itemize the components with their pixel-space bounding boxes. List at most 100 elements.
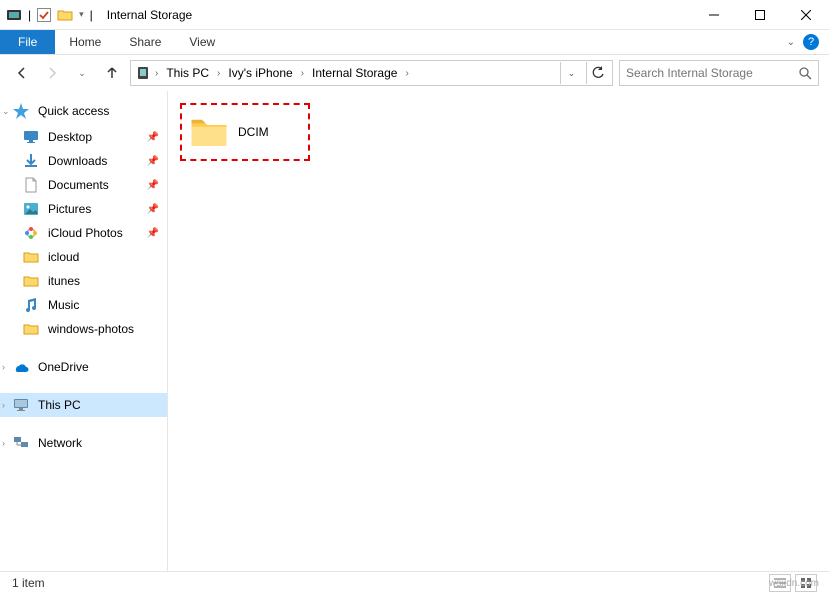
help-icon[interactable]: ? <box>803 34 819 50</box>
tab-share[interactable]: Share <box>115 30 175 54</box>
pictures-icon <box>22 200 40 218</box>
sidebar-item-label: Documents <box>48 178 109 192</box>
navbar: ⌄ › This PC › Ivy's iPhone › Internal St… <box>0 55 829 91</box>
sidebar-item-label: OneDrive <box>38 360 89 374</box>
maximize-button[interactable] <box>737 0 783 30</box>
icloud-photos-icon <box>22 224 40 242</box>
ribbon-right: ⌄ ? <box>787 30 829 54</box>
sidebar-quick-access[interactable]: ⌄ Quick access <box>0 99 167 123</box>
chevron-right-icon[interactable]: › <box>2 400 5 410</box>
sidebar-item-icloud[interactable]: icloud <box>0 245 167 269</box>
folder-dcim[interactable]: DCIM <box>180 103 310 161</box>
chevron-down-icon[interactable]: ⌄ <box>2 106 10 117</box>
folder-icon <box>22 248 40 266</box>
status-text: 1 item <box>12 576 45 590</box>
qat-checkbox-icon[interactable] <box>37 8 51 22</box>
sidebar-item-itunes[interactable]: itunes <box>0 269 167 293</box>
pin-icon: 📌 <box>147 228 159 239</box>
sidebar-item-label: Desktop <box>48 130 92 144</box>
folder-icon <box>22 320 40 338</box>
recent-dropdown-button[interactable]: ⌄ <box>70 61 94 85</box>
sidebar-item-desktop[interactable]: Desktop 📌 <box>0 125 167 149</box>
sidebar-item-label: iCloud Photos <box>48 226 123 240</box>
refresh-button[interactable] <box>586 62 608 84</box>
pin-icon: 📌 <box>147 156 159 167</box>
sidebar-item-label: Pictures <box>48 202 91 216</box>
crumb-sep-icon[interactable]: › <box>155 68 158 79</box>
pin-icon: 📌 <box>147 204 159 215</box>
folder-icon <box>188 111 230 153</box>
pin-icon: 📌 <box>147 180 159 191</box>
sidebar-network-group: › Network <box>0 431 167 455</box>
ribbon-expand-icon[interactable]: ⌄ <box>787 37 795 48</box>
address-bar[interactable]: › This PC › Ivy's iPhone › Internal Stor… <box>130 60 613 86</box>
status-bar: 1 item <box>0 571 829 593</box>
device-crumb-icon <box>135 65 151 81</box>
crumb-sep-icon[interactable]: › <box>301 68 304 79</box>
downloads-icon <box>22 152 40 170</box>
back-button[interactable] <box>10 61 34 85</box>
crumb-sep-icon[interactable]: › <box>405 68 408 79</box>
sidebar-item-label: Network <box>38 436 82 450</box>
close-button[interactable] <box>783 0 829 30</box>
crumb-iphone[interactable]: Ivy's iPhone <box>224 64 296 82</box>
qat-dropdown-icon[interactable]: ▾ <box>79 9 84 20</box>
tab-home[interactable]: Home <box>55 30 115 54</box>
chevron-right-icon[interactable]: › <box>2 438 5 448</box>
sidebar-item-label: Music <box>48 298 79 312</box>
sidebar-this-pc[interactable]: › This PC <box>0 393 167 417</box>
watermark: wsxdn.com <box>769 578 819 589</box>
sidebar-item-label: This PC <box>38 398 81 412</box>
address-dropdown-button[interactable]: ⌄ <box>560 62 582 84</box>
sidebar-onedrive-group: › OneDrive <box>0 355 167 379</box>
up-button[interactable] <box>100 61 124 85</box>
folder-label: DCIM <box>238 125 269 139</box>
sidebar-onedrive[interactable]: › OneDrive <box>0 355 167 379</box>
content-area[interactable]: DCIM <box>168 91 829 571</box>
main: ⌄ Quick access Desktop 📌 Downloads 📌 Doc… <box>0 91 829 571</box>
qat-separator-2: | <box>90 8 93 22</box>
crumb-this-pc[interactable]: This PC <box>162 64 213 82</box>
desktop-icon <box>22 128 40 146</box>
file-tab[interactable]: File <box>0 30 55 54</box>
sidebar-quick-access-group: ⌄ Quick access Desktop 📌 Downloads 📌 Doc… <box>0 99 167 341</box>
device-icon <box>6 7 22 23</box>
sidebar-item-windows-photos[interactable]: windows-photos <box>0 317 167 341</box>
chevron-right-icon[interactable]: › <box>2 362 5 372</box>
minimize-button[interactable] <box>691 0 737 30</box>
sidebar-thispc-group: › This PC <box>0 393 167 417</box>
music-icon <box>22 296 40 314</box>
search-input[interactable] <box>626 66 798 80</box>
sidebar-item-label: itunes <box>48 274 80 288</box>
window-title: Internal Storage <box>107 8 192 22</box>
sidebar-item-label: windows-photos <box>48 322 134 336</box>
sidebar-item-icloud-photos[interactable]: iCloud Photos 📌 <box>0 221 167 245</box>
crumb-sep-icon[interactable]: › <box>217 68 220 79</box>
crumb-internal-storage[interactable]: Internal Storage <box>308 64 401 82</box>
forward-button[interactable] <box>40 61 64 85</box>
titlebar-left: | ▾ | Internal Storage <box>0 7 192 23</box>
ribbon: File Home Share View ⌄ ? <box>0 30 829 55</box>
network-icon <box>12 434 30 452</box>
sidebar-item-label: icloud <box>48 250 79 264</box>
qat-separator: | <box>28 8 31 22</box>
sidebar-item-documents[interactable]: Documents 📌 <box>0 173 167 197</box>
sidebar-item-label: Downloads <box>48 154 107 168</box>
folder-icon <box>22 272 40 290</box>
sidebar-item-music[interactable]: Music <box>0 293 167 317</box>
this-pc-icon <box>12 396 30 414</box>
tab-view[interactable]: View <box>175 30 229 54</box>
sidebar-item-label: Quick access <box>38 104 109 118</box>
sidebar-network[interactable]: › Network <box>0 431 167 455</box>
sidebar-item-downloads[interactable]: Downloads 📌 <box>0 149 167 173</box>
star-icon <box>12 102 30 120</box>
documents-icon <box>22 176 40 194</box>
search-box[interactable] <box>619 60 819 86</box>
sidebar-item-pictures[interactable]: Pictures 📌 <box>0 197 167 221</box>
qat-folder-icon[interactable] <box>57 7 73 23</box>
search-icon[interactable] <box>798 66 812 80</box>
onedrive-icon <box>12 358 30 376</box>
titlebar: | ▾ | Internal Storage <box>0 0 829 30</box>
sidebar: ⌄ Quick access Desktop 📌 Downloads 📌 Doc… <box>0 91 168 571</box>
window-controls <box>691 0 829 30</box>
